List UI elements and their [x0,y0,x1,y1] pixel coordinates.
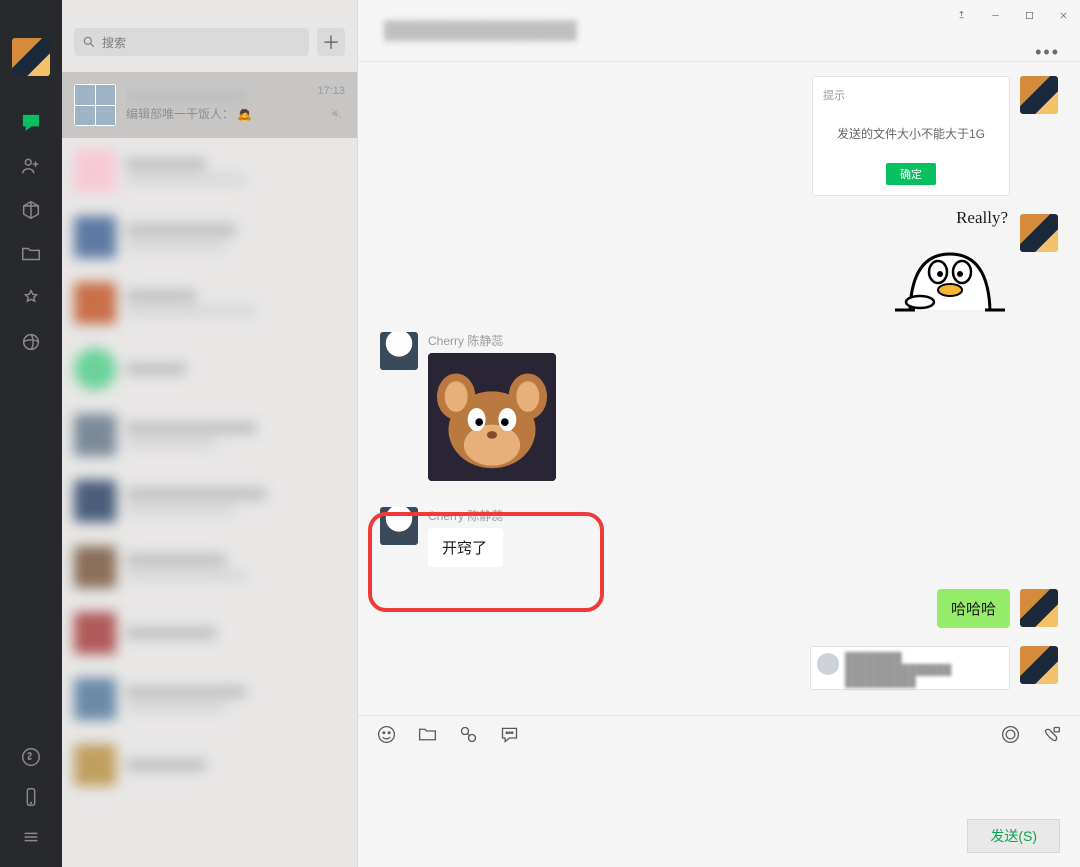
file-button[interactable] [417,724,438,750]
nav-files-icon[interactable] [0,232,62,276]
my-avatar[interactable] [1020,589,1058,627]
card-body: 发送的文件大小不能大于1G [823,125,999,142]
conversation-name [126,89,246,103]
nav-contacts-icon[interactable] [0,144,62,188]
message-item: Cherry 陈静蕊 开窍了 [380,507,1058,567]
compose-toolbar [358,715,1080,757]
voice-call-button[interactable] [1000,724,1021,750]
nav-phone-icon[interactable] [0,777,62,817]
video-call-button[interactable] [1041,724,1062,750]
group-avatar [74,84,116,126]
sticker-jerry[interactable] [428,353,556,481]
message-item: █████████████████████████████████ [380,646,1058,690]
my-avatar[interactable] [12,38,50,76]
chat-title: ████████████████ [384,21,577,41]
send-button[interactable]: 发送(S) [967,819,1060,853]
history-button[interactable] [499,724,520,750]
nav-discover-icon[interactable] [0,276,62,320]
sender-name: Cherry 陈静蕊 [428,332,556,349]
message-item: 哈哈哈 [380,589,1058,628]
maximize-button[interactable] [1012,0,1046,30]
nav-miniprogram-icon[interactable] [0,737,62,777]
pin-button[interactable] [944,0,978,30]
sender-name: Cherry 陈静蕊 [428,507,503,524]
window-controls [944,0,1080,30]
mute-icon [330,107,343,125]
chat-more-button[interactable]: ••• [1035,42,1060,63]
nav-collect-icon[interactable] [0,188,62,232]
search-input[interactable]: 搜索 [74,28,309,56]
search-placeholder: 搜索 [102,34,126,51]
message-item: 提示 发送的文件大小不能大于1G 确定 [380,76,1058,196]
conversation-preview: 编辑部唯一干饭人： 🙇 [126,105,345,121]
conversation-column: 搜索 ＋ 编辑部唯一干饭人： 🙇 17:13 [62,0,358,867]
message-item: Really? [380,214,1058,314]
message-item: Cherry 陈静蕊 [380,332,1058,481]
nav-chat-icon[interactable] [0,100,62,144]
conversation-time: 17:13 [317,85,345,97]
card-confirm-button[interactable]: 确定 [886,163,936,185]
nav-menu-icon[interactable] [0,817,62,857]
new-chat-button[interactable]: ＋ [317,28,345,56]
screenshot-button[interactable] [458,724,479,750]
message-bubble[interactable]: 开窍了 [428,528,503,567]
chat-column: ████████████████ ••• 提示 发送的文件大小不能大于1G 确定 [358,0,1080,867]
sender-avatar[interactable] [380,332,418,370]
nav-rail [0,0,62,867]
close-button[interactable] [1046,0,1080,30]
sender-avatar[interactable] [380,507,418,545]
my-avatar[interactable] [1020,76,1058,114]
sticker-really[interactable]: Really? [890,214,1010,314]
minimize-button[interactable] [978,0,1012,30]
conversation-item[interactable]: 编辑部唯一干饭人： 🙇 17:13 [62,72,357,138]
link-card[interactable]: █████████████████████████████████ [810,646,1010,690]
compose-area[interactable]: 发送(S) [358,757,1080,867]
emoji-button[interactable] [376,724,397,750]
message-bubble[interactable]: 哈哈哈 [937,589,1010,628]
my-avatar[interactable] [1020,214,1058,252]
my-avatar[interactable] [1020,646,1058,684]
nav-moments-icon[interactable] [0,320,62,364]
card-hint: 提示 [823,87,999,103]
system-card[interactable]: 提示 发送的文件大小不能大于1G 确定 [812,76,1010,196]
message-list: 提示 发送的文件大小不能大于1G 确定 Really? [358,62,1080,715]
